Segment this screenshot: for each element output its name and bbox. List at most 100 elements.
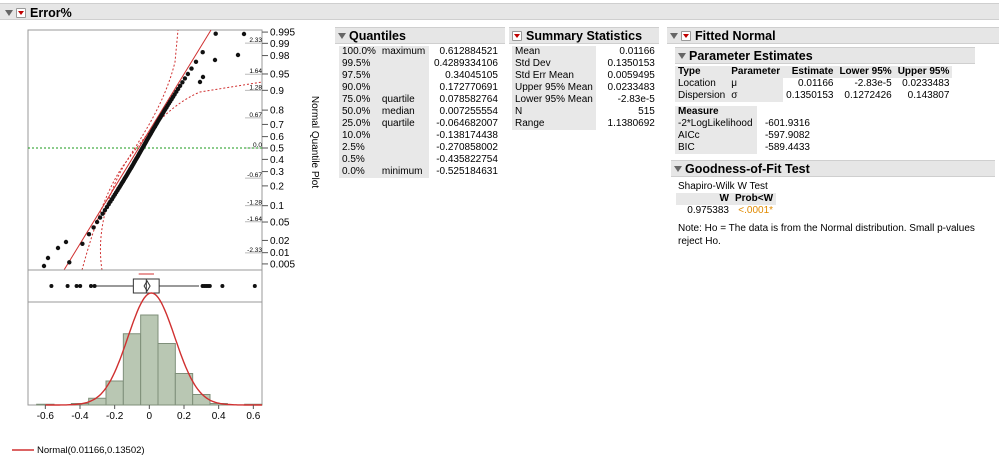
quantile-value: -0.525184631: [436, 166, 498, 177]
outlier-point: [49, 284, 54, 288]
summary-header[interactable]: Summary Statistics: [509, 27, 659, 44]
summary-label: Lower 95% Mean: [512, 94, 596, 106]
gof-w-value: 0.975383: [687, 205, 729, 216]
quantile-point: [241, 31, 247, 37]
param-symbol: σ: [728, 90, 784, 102]
outlier-point: [207, 284, 212, 288]
prob-tick-label: 0.8: [270, 106, 284, 117]
outlier-point: [65, 284, 70, 288]
summary-value: 1.1380692: [607, 118, 655, 129]
quantile-pct: 97.5%: [339, 70, 379, 82]
fitted-normal-title: Fitted Normal: [695, 28, 776, 43]
fitted-red-triangle-icon[interactable]: [681, 30, 691, 41]
param-lower: -2.83e-5: [854, 78, 892, 89]
quantile-label: maximum: [378, 46, 429, 58]
parameter-estimates-header[interactable]: Parameter Estimates: [675, 47, 975, 64]
gof-collapse-icon[interactable]: [674, 165, 682, 172]
quantile-point: [197, 79, 203, 85]
param-type: Dispersion: [675, 90, 729, 102]
outlier-point: [220, 284, 225, 288]
col-type: Type: [678, 66, 701, 77]
quantile-point: [235, 52, 241, 58]
quantile-point: [213, 31, 218, 36]
hist-x-tick-label: -0.4: [71, 411, 89, 422]
quantile-row: 25.0% quartile -0.064682007: [339, 118, 501, 130]
histogram-bar: [157, 343, 176, 406]
quantile-label: [378, 70, 429, 82]
quantile-value: -0.064682007: [436, 118, 498, 129]
summary-row: Lower 95% Mean -2.83e-5: [512, 94, 658, 106]
quantile-pct: 99.5%: [339, 58, 379, 70]
hist-x-tick-label: 0.2: [177, 411, 191, 422]
summary-statistics-panel: Summary Statistics Mean 0.01166 Std Dev 0.1…: [509, 27, 659, 130]
quantiles-collapse-icon[interactable]: [338, 32, 346, 39]
fitted-normal-panel: Fitted Normal Parameter Estimates Type P…: [667, 27, 999, 248]
quantile-label: minimum: [378, 166, 429, 178]
collapse-icon[interactable]: [5, 9, 13, 16]
col-lower: Lower 95%: [839, 66, 892, 77]
quantile-label: quartile: [378, 94, 429, 106]
quantile-value: 0.612884521: [439, 46, 498, 57]
quantile-row: 10.0% -0.138174438: [339, 130, 501, 142]
outlier-point: [252, 284, 257, 288]
measure-value: -601.9316: [764, 118, 810, 129]
quantile-label: [378, 142, 429, 154]
fitted-normal-header[interactable]: Fitted Normal: [667, 27, 999, 44]
summary-label: Mean: [512, 46, 596, 58]
param-symbol: μ: [728, 78, 784, 90]
summary-title: Summary Statistics: [526, 28, 643, 43]
prob-tick-label: 0.3: [270, 167, 284, 178]
quantile-pct: 25.0%: [339, 118, 379, 130]
quantile-row: 2.5% -0.270858002: [339, 142, 501, 154]
quantile-row: 100.0% maximum 0.612884521: [339, 46, 501, 58]
hist-x-tick-label: 0.6: [246, 411, 260, 422]
quantile-point: [193, 59, 199, 64]
summary-label: Std Err Mean: [512, 70, 596, 82]
prob-tick-label: 0.995: [270, 28, 295, 39]
outlier-point: [92, 284, 97, 288]
summary-red-triangle-icon[interactable]: [512, 30, 522, 41]
prob-tick-label: 0.9: [270, 86, 284, 97]
quantile-point: [45, 255, 51, 261]
outlier-point: [89, 284, 93, 288]
summary-row: Std Dev 0.1350153: [512, 58, 658, 70]
quantile-point: [97, 215, 103, 220]
z-tick-label: -2.33: [247, 247, 262, 254]
measures-table: Measure -2*LogLikelihood -601.9316 AICc -59…: [675, 106, 813, 154]
summary-value: 0.0233483: [607, 82, 655, 93]
quantile-value: 0.078582764: [439, 94, 498, 105]
gof-header[interactable]: Goodness-of-Fit Test: [671, 160, 995, 177]
hist-x-tick-label: 0.4: [212, 411, 226, 422]
fitted-collapse-icon[interactable]: [670, 32, 678, 39]
param-collapse-icon[interactable]: [678, 52, 686, 59]
gof-test-name: Shapiro-Wilk W Test: [678, 181, 768, 192]
quantile-value: 0.172770691: [439, 82, 498, 93]
measure-value: -597.9082: [764, 130, 810, 141]
quantile-point: [94, 219, 100, 225]
parameter-estimates-title: Parameter Estimates: [689, 48, 813, 63]
quantile-label: [378, 130, 429, 142]
summary-label: Upper 95% Mean: [512, 82, 596, 94]
z-tick-label: 1.64: [249, 68, 262, 75]
report-title-bar[interactable]: Error%: [5, 4, 72, 21]
prob-tick-label: 0.95: [270, 69, 290, 80]
summary-value: 0.0059495: [607, 70, 655, 81]
z-tick-label: -1.28: [247, 200, 262, 207]
quantiles-header[interactable]: Quantiles: [335, 27, 505, 44]
summary-table: Mean 0.01166 Std Dev 0.1350153 Std Err Mean 0…: [512, 46, 658, 130]
report-header: Error%: [0, 3, 999, 20]
summary-value: 0.01166: [619, 46, 655, 57]
quantile-point: [212, 57, 218, 63]
z-tick-label: -1.64: [247, 216, 262, 223]
prob-tick-label: 0.02: [270, 236, 290, 247]
quantiles-panel: Quantiles 100.0% maximum 0.612884521 99.5% 0…: [335, 27, 505, 178]
quantile-label: [378, 154, 429, 166]
measure-row: -2*LogLikelihood -601.9316: [675, 118, 813, 130]
red-triangle-menu-icon[interactable]: [16, 7, 26, 18]
z-tick-label: -0.67: [247, 172, 262, 179]
gof-p-header: Prob<W: [735, 193, 774, 204]
gof-note: Note: Ho = The data is from the Normal d…: [678, 223, 975, 247]
summary-row: Mean 0.01166: [512, 46, 658, 58]
histogram-bar: [174, 373, 194, 406]
prob-tick-label: 0.5: [270, 144, 284, 155]
